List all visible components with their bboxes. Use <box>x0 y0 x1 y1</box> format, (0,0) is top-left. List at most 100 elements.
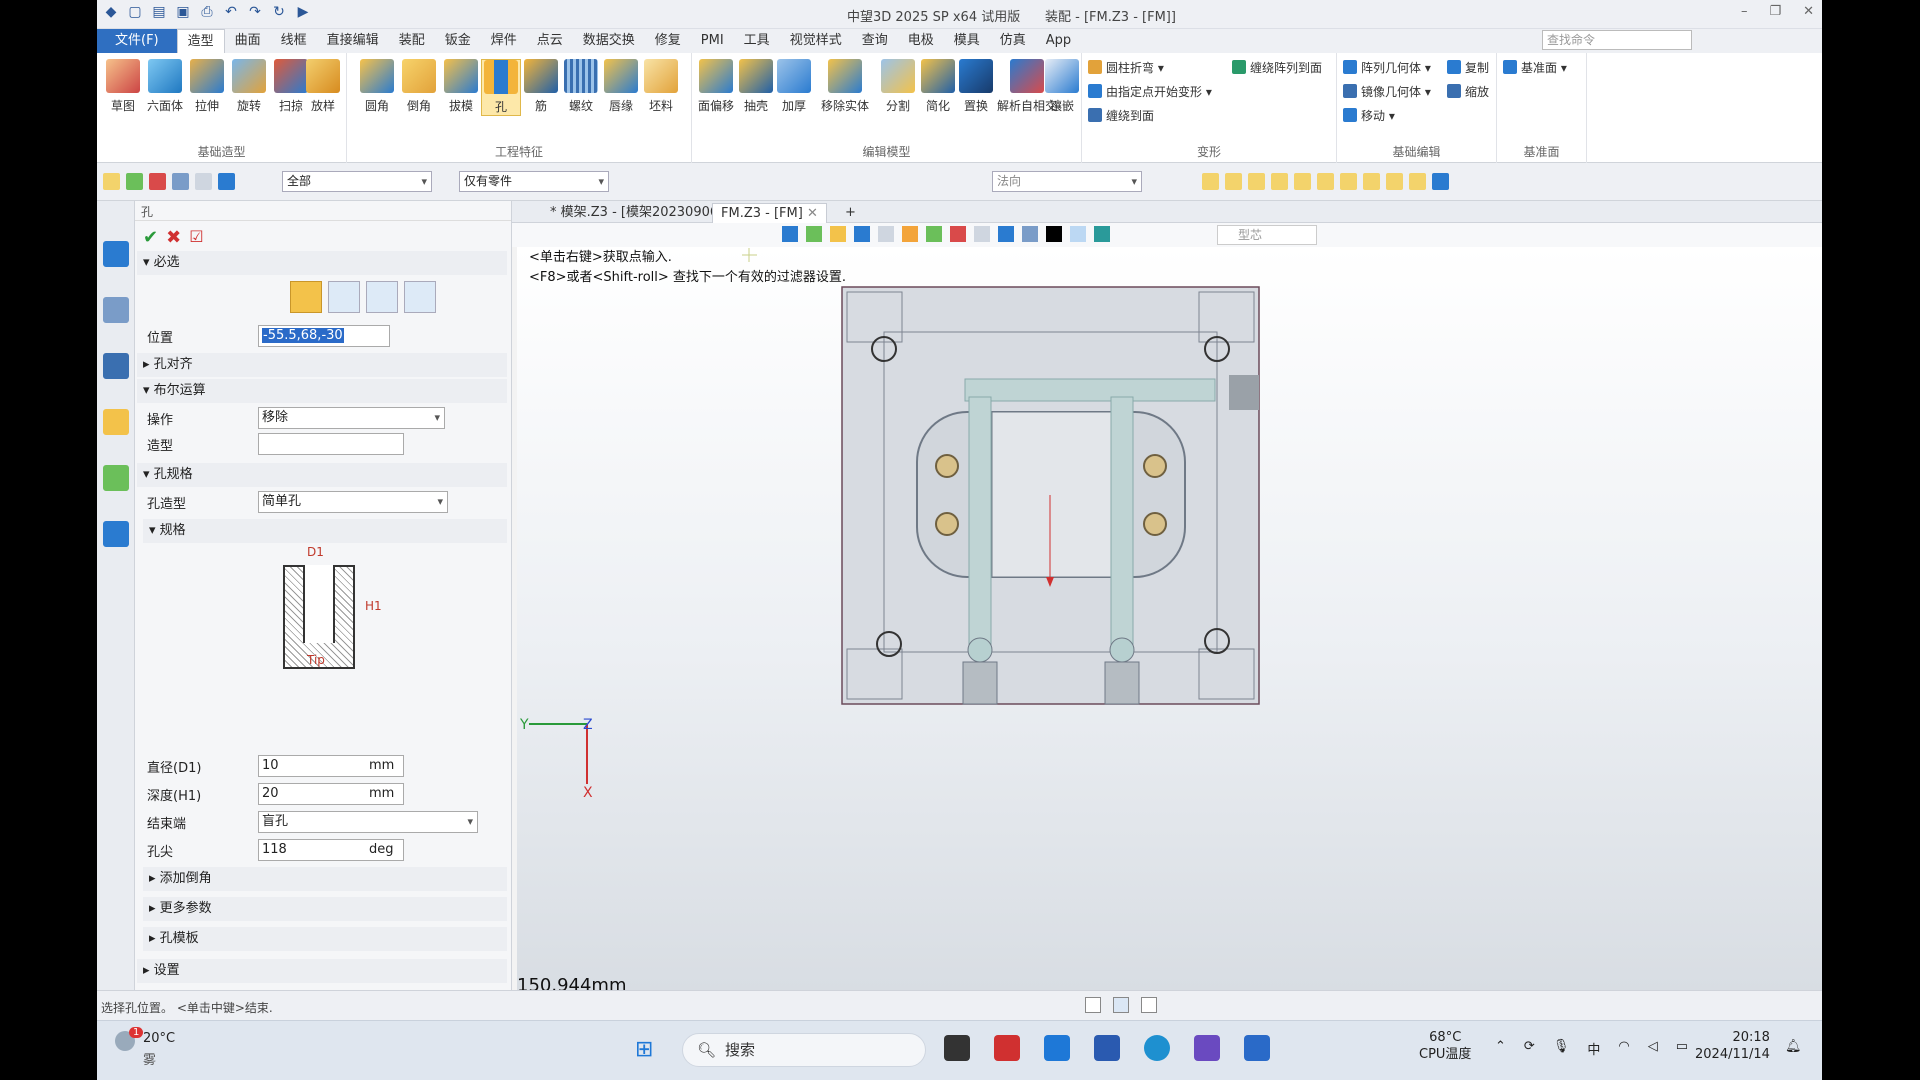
rib-button[interactable]: 筋 <box>521 59 561 114</box>
display-icon[interactable] <box>1113 997 1129 1013</box>
layers-icon[interactable] <box>102 353 129 379</box>
snap-icon-7[interactable] <box>1340 173 1357 190</box>
menu-mold[interactable]: 模具 <box>944 29 990 53</box>
snap-icon-8[interactable] <box>1363 173 1380 190</box>
tab-fm[interactable]: FM.Z3 - [FM] ✕ <box>712 203 827 223</box>
layer-icon[interactable] <box>1094 226 1110 242</box>
snap-icon-6[interactable] <box>1317 173 1334 190</box>
notification-icon[interactable]: 🔔︎ <box>1785 1039 1802 1054</box>
snap-icon-11[interactable] <box>1432 173 1449 190</box>
parts-select[interactable]: 仅有零件 <box>459 171 609 192</box>
mirror-button[interactable]: 镜像几何体 ▾ <box>1343 83 1431 100</box>
restore-icon[interactable]: ❐ <box>1769 4 1781 19</box>
section-required[interactable]: ▾ 必选 <box>137 251 507 275</box>
general-hole-icon[interactable] <box>290 281 322 313</box>
layout-icon[interactable] <box>1085 997 1101 1013</box>
thicken-button[interactable]: 加厚 <box>774 59 814 114</box>
snap-icon-10[interactable] <box>1409 173 1426 190</box>
user-icon[interactable] <box>102 521 129 547</box>
files-icon[interactable] <box>1044 1035 1070 1061</box>
snap-icon-4[interactable] <box>1271 173 1288 190</box>
snap-icon-5[interactable] <box>1294 173 1311 190</box>
mic-icon[interactable]: 🎙︎ <box>1553 1039 1570 1058</box>
simplify-button[interactable]: 简化 <box>918 59 958 114</box>
stock-button[interactable]: 坯料 <box>641 59 681 114</box>
scale-button[interactable]: 缩放 <box>1447 83 1489 100</box>
menu-file[interactable]: 文件(F) <box>97 29 177 53</box>
photos-icon[interactable] <box>1094 1035 1120 1061</box>
section-spec[interactable]: ▾ 规格 <box>143 519 507 543</box>
view-icon-4[interactable] <box>854 226 870 242</box>
loft-button[interactable]: 放样 <box>303 59 343 114</box>
view-icon-10[interactable] <box>998 226 1014 242</box>
view-manager-icon[interactable] <box>102 465 129 491</box>
view-icon-3[interactable] <box>830 226 846 242</box>
start-icon[interactable]: ⊞ <box>635 1037 653 1062</box>
view-icon-7[interactable] <box>926 226 942 242</box>
minimize-icon[interactable]: – <box>1741 4 1748 19</box>
menu-electrode[interactable]: 电极 <box>898 29 944 53</box>
menu-wireframe[interactable]: 线框 <box>271 29 317 53</box>
taskbar-search[interactable]: 🔍︎ 搜索 <box>682 1033 926 1067</box>
position-input[interactable]: -55.5,68,-30 <box>258 325 390 347</box>
shell-button[interactable]: 抽壳 <box>736 59 776 114</box>
section-more-params[interactable]: ▸ 更多参数 <box>143 897 507 921</box>
menu-simulation[interactable]: 仿真 <box>990 29 1036 53</box>
menu-assembly[interactable]: 装配 <box>389 29 435 53</box>
save-icon[interactable]: ▣ <box>175 4 191 20</box>
operation-select[interactable]: 移除 <box>258 407 445 429</box>
pattern-button[interactable]: 阵列几何体 ▾ <box>1343 59 1431 76</box>
view-icon-1[interactable] <box>782 226 798 242</box>
volume-icon[interactable]: ◁ <box>1648 1039 1658 1058</box>
split-button[interactable]: 分割 <box>878 59 918 114</box>
section-hole-template[interactable]: ▸ 孔模板 <box>143 927 507 951</box>
wrap-pattern-button[interactable]: 缠绕阵列到面 <box>1232 59 1322 76</box>
new-icon[interactable]: ▢ <box>127 4 143 20</box>
view-icon-6[interactable] <box>902 226 918 242</box>
regen-icon[interactable]: ↻ <box>271 4 287 20</box>
thread-button[interactable]: 螺纹 <box>561 59 601 114</box>
revolve-button[interactable]: 旋转 <box>229 59 269 114</box>
menu-inquire[interactable]: 查询 <box>852 29 898 53</box>
wrap-to-face-button[interactable]: 缠绕到面 <box>1088 107 1154 124</box>
chevron-up-icon[interactable]: ⌃ <box>1495 1039 1506 1058</box>
run-icon[interactable]: ▶ <box>295 4 311 20</box>
hole-type-select[interactable]: 简单孔 <box>258 491 448 513</box>
weather-widget[interactable]: 1 20°C 雾 <box>115 1027 175 1068</box>
draft-button[interactable]: 拔模 <box>441 59 481 114</box>
command-search-input[interactable]: 查找命令 <box>1542 30 1692 50</box>
menu-tools[interactable]: 工具 <box>734 29 780 53</box>
cosmetic-hole-icon[interactable] <box>328 281 360 313</box>
menu-weldment[interactable]: 焊件 <box>481 29 527 53</box>
cylinder-bend-button[interactable]: 圆柱折弯 ▾ <box>1088 59 1164 76</box>
view-icon-9[interactable] <box>974 226 990 242</box>
direction-select[interactable]: 法向 <box>992 171 1142 192</box>
fillet-button[interactable]: 圆角 <box>357 59 397 114</box>
end-select[interactable]: 盲孔 <box>258 811 478 833</box>
history-icon[interactable] <box>102 241 129 267</box>
open-icon[interactable]: ▤ <box>151 4 167 20</box>
box-select-icon[interactable] <box>172 173 189 190</box>
close-icon[interactable]: ✕ <box>1803 4 1814 19</box>
face-offset-button[interactable]: 面偏移 <box>696 59 736 114</box>
wps-icon[interactable] <box>994 1035 1020 1061</box>
ok-icon[interactable]: ✔ <box>143 227 158 248</box>
move-button[interactable]: 移动 ▾ <box>1343 107 1395 124</box>
snap-icon-3[interactable] <box>1248 173 1265 190</box>
tapped-hole-icon[interactable] <box>366 281 398 313</box>
color-icon[interactable] <box>1046 226 1062 242</box>
extrude-button[interactable]: 拉伸 <box>187 59 227 114</box>
remove-body-button[interactable]: 移除实体 <box>816 59 874 114</box>
edge-icon[interactable] <box>1144 1035 1170 1061</box>
assembly-tree-icon[interactable] <box>102 297 129 323</box>
graphics-viewport[interactable]: Y Z X <box>517 247 1822 991</box>
copy-button[interactable]: 复制 <box>1447 59 1489 76</box>
menu-data-exchange[interactable]: 数据交换 <box>573 29 645 53</box>
clock[interactable]: 20:18 2024/11/14 <box>1695 1029 1770 1063</box>
add-icon[interactable] <box>126 173 143 190</box>
point-deform-button[interactable]: 由指定点开始变形 ▾ <box>1088 83 1212 100</box>
menu-app[interactable]: App <box>1036 29 1081 53</box>
menu-modeling[interactable]: 造型 <box>176 29 225 53</box>
view-icon-11[interactable] <box>1022 226 1038 242</box>
box-button[interactable]: 六面体 <box>145 59 185 114</box>
